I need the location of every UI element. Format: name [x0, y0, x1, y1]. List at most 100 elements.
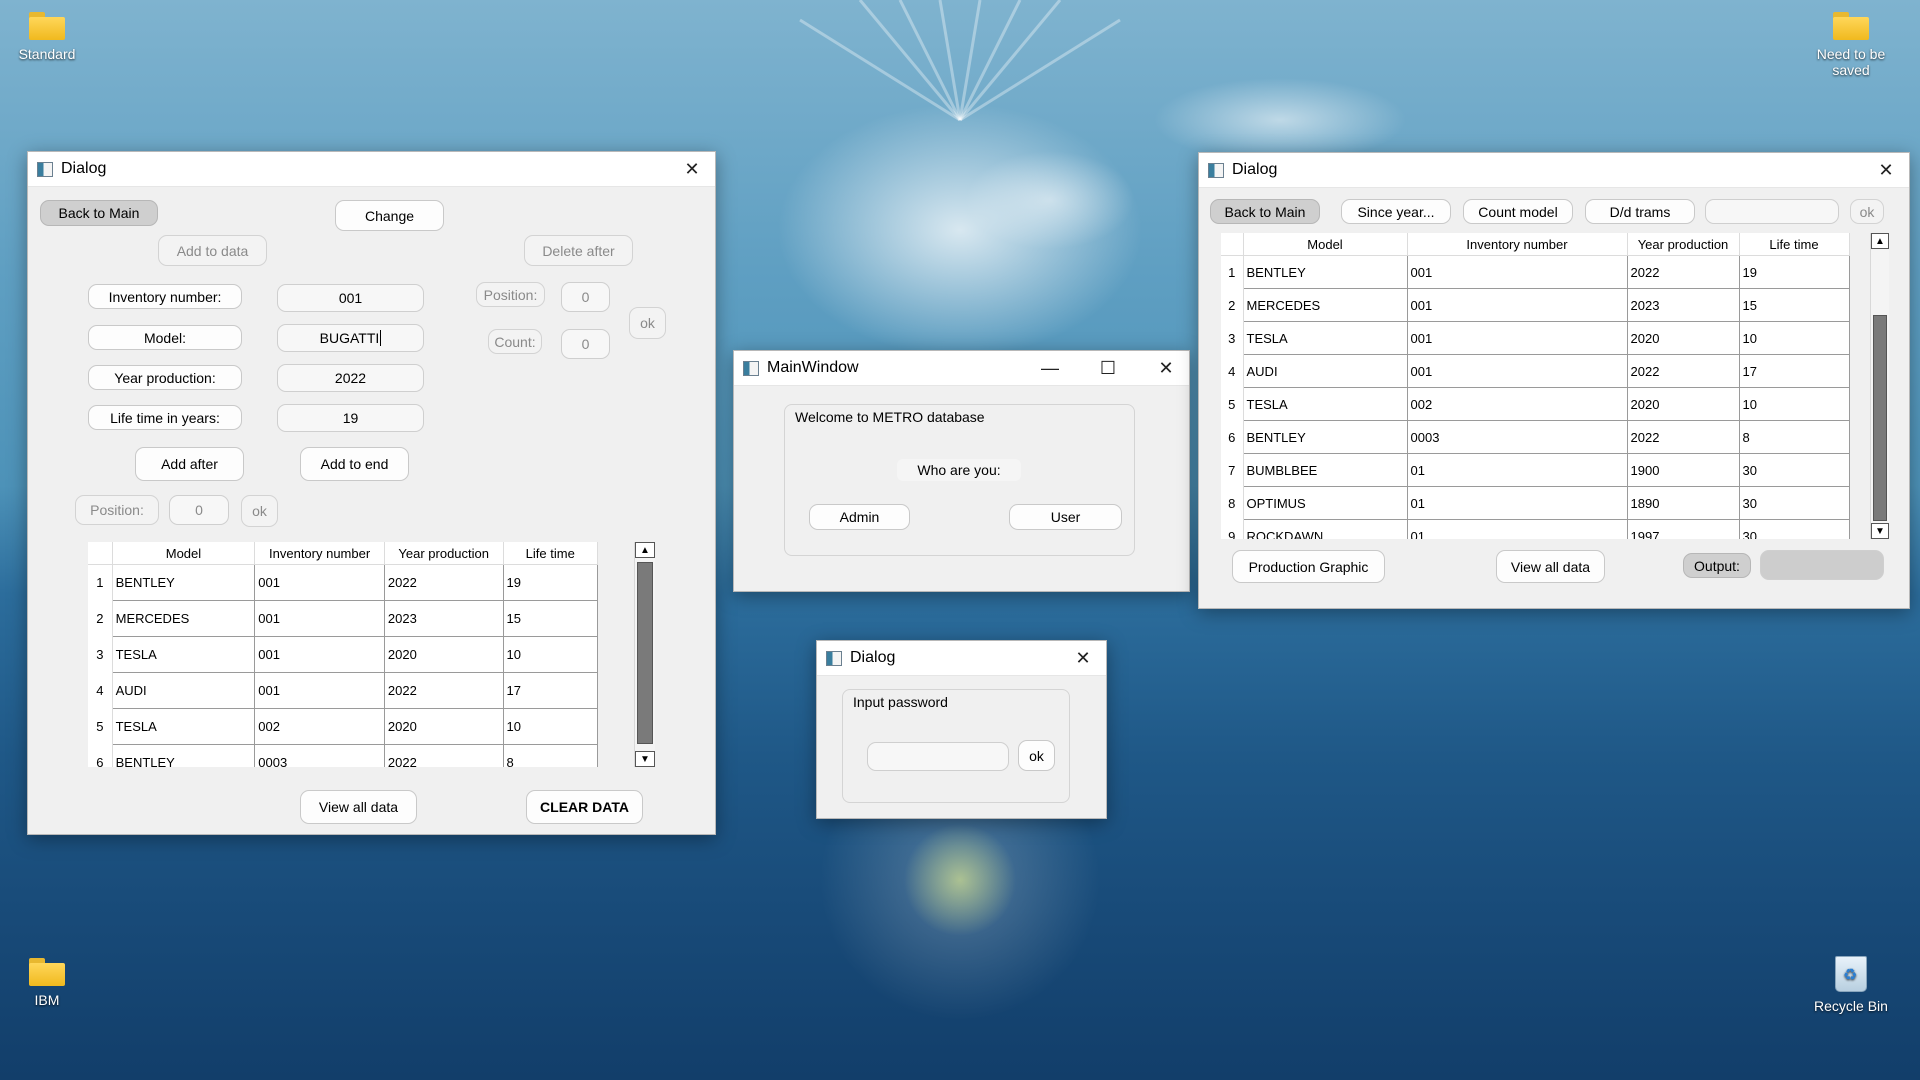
row-number[interactable]: 5	[88, 708, 113, 745]
table-cell[interactable]: 8	[1738, 420, 1850, 454]
table-cell[interactable]: 8	[502, 744, 598, 767]
desktop-icon-standard[interactable]: Standard	[2, 12, 92, 62]
column-header[interactable]: Life time	[503, 542, 598, 565]
table-cell[interactable]: 19	[1738, 255, 1850, 289]
table-cell[interactable]: 17	[1738, 354, 1850, 388]
add-position-ok-button[interactable]: ok	[241, 495, 278, 527]
table-cell[interactable]: 01	[1406, 453, 1628, 487]
table-cell[interactable]: MERCEDES	[111, 600, 256, 637]
close-icon[interactable]: ✕	[669, 152, 715, 186]
delete-position-field[interactable]: 0	[561, 282, 610, 312]
table-cell[interactable]: 0003	[254, 744, 385, 767]
add-after-button[interactable]: Add after	[135, 447, 244, 481]
table-cell[interactable]: 2020	[383, 708, 504, 745]
password-dialog-titlebar[interactable]: Dialog ✕	[817, 641, 1106, 676]
since-year-button[interactable]: Since year...	[1341, 199, 1451, 224]
table-cell[interactable]: AUDI	[111, 672, 256, 709]
table-cell[interactable]: 001	[1406, 354, 1628, 388]
column-header[interactable]: Model	[112, 542, 256, 565]
table-corner[interactable]	[88, 542, 113, 565]
table-cell[interactable]: 2022	[1626, 354, 1740, 388]
add-to-end-button[interactable]: Add to end	[300, 447, 409, 481]
minimize-icon[interactable]: —	[1027, 351, 1073, 385]
maximize-icon[interactable]: ☐	[1085, 351, 1131, 385]
row-number[interactable]: 8	[1221, 486, 1244, 520]
table-cell[interactable]: 01	[1406, 519, 1628, 539]
row-number[interactable]: 5	[1221, 387, 1244, 421]
close-icon[interactable]: ✕	[1060, 641, 1106, 675]
table-cell[interactable]: OPTIMUS	[1242, 486, 1408, 520]
table-cell[interactable]: 19	[502, 564, 598, 601]
scroll-up-icon[interactable]: ▲	[1871, 233, 1889, 249]
row-number[interactable]: 3	[88, 636, 113, 673]
scroll-down-icon[interactable]: ▼	[1871, 523, 1889, 539]
table-corner[interactable]	[1221, 233, 1244, 256]
table-row[interactable]: 4 AUDI 001 2022 17	[1221, 354, 1850, 388]
table-cell[interactable]: 001	[1406, 321, 1628, 355]
life-time-field[interactable]: 19	[277, 404, 424, 432]
table-cell[interactable]: 001	[254, 600, 385, 637]
dd-trams-button[interactable]: D/d trams	[1585, 199, 1695, 224]
dialog-right-titlebar[interactable]: Dialog ✕	[1199, 153, 1909, 188]
inventory-number-field[interactable]: 001	[277, 284, 424, 312]
query-input[interactable]	[1705, 199, 1839, 224]
table-row[interactable]: 7 BUMBLBEE 01 1900 30	[1221, 453, 1850, 487]
delete-ok-button[interactable]: ok	[629, 307, 666, 339]
table-cell[interactable]: 15	[502, 600, 598, 637]
row-number[interactable]: 2	[1221, 288, 1244, 322]
right-table-scrollbar[interactable]: ▲ ▼	[1870, 233, 1889, 539]
table-cell[interactable]: 001	[1406, 255, 1628, 289]
table-cell[interactable]: 1890	[1626, 486, 1740, 520]
row-number[interactable]: 2	[88, 600, 113, 637]
row-number[interactable]: 4	[1221, 354, 1244, 388]
right-data-table-view[interactable]: Model Inventory number Year production L…	[1221, 233, 1851, 539]
table-cell[interactable]: BENTLEY	[111, 564, 256, 601]
table-cell[interactable]: 30	[1738, 453, 1850, 487]
table-cell[interactable]: 15	[1738, 288, 1850, 322]
close-icon[interactable]: ✕	[1863, 153, 1909, 187]
table-cell[interactable]: 10	[502, 708, 598, 745]
column-header[interactable]: Year production	[1627, 233, 1740, 256]
table-cell[interactable]: BENTLEY	[111, 744, 256, 767]
row-number[interactable]: 9	[1221, 519, 1244, 539]
admin-button[interactable]: Admin	[809, 504, 910, 530]
column-header[interactable]: Inventory number	[254, 542, 385, 565]
table-row[interactable]: 2 MERCEDES 001 2023 15	[1221, 288, 1850, 322]
table-cell[interactable]: 0003	[1406, 420, 1628, 454]
table-cell[interactable]: TESLA	[111, 708, 256, 745]
change-button[interactable]: Change	[335, 200, 444, 231]
table-cell[interactable]: 2020	[383, 636, 504, 673]
table-cell[interactable]: BUMBLBEE	[1242, 453, 1408, 487]
user-button[interactable]: User	[1009, 504, 1122, 530]
year-production-field[interactable]: 2022	[277, 364, 424, 392]
table-cell[interactable]: BENTLEY	[1242, 420, 1408, 454]
table-cell[interactable]: 002	[254, 708, 385, 745]
table-cell[interactable]: 17	[502, 672, 598, 709]
clear-data-button[interactable]: CLEAR DATA	[526, 790, 643, 824]
scroll-thumb[interactable]	[1873, 315, 1887, 521]
table-cell[interactable]: 1997	[1626, 519, 1740, 539]
table-cell[interactable]: 2022	[1626, 255, 1740, 289]
dialog-left-titlebar[interactable]: Dialog ✕	[28, 152, 715, 187]
row-number[interactable]: 1	[1221, 255, 1244, 289]
delete-after-button[interactable]: Delete after	[524, 235, 633, 266]
table-cell[interactable]: 001	[1406, 288, 1628, 322]
table-cell[interactable]: 01	[1406, 486, 1628, 520]
table-row[interactable]: 5 TESLA 002 2020 10	[1221, 387, 1850, 421]
table-cell[interactable]: BENTLEY	[1242, 255, 1408, 289]
table-row[interactable]: 1 BENTLEY 001 2022 19	[1221, 255, 1850, 289]
table-cell[interactable]: 30	[1738, 486, 1850, 520]
desktop-icon-ibm[interactable]: IBM	[2, 958, 92, 1008]
table-cell[interactable]: TESLA	[111, 636, 256, 673]
query-ok-button[interactable]: ok	[1850, 199, 1884, 224]
row-number[interactable]: 7	[1221, 453, 1244, 487]
delete-count-field[interactable]: 0	[561, 329, 610, 359]
table-row[interactable]: 3 TESLA 001 2020 10	[1221, 321, 1850, 355]
left-data-table-view[interactable]: Model Inventory number Year production L…	[88, 542, 600, 767]
table-cell[interactable]: ROCKDAWN	[1242, 519, 1408, 539]
add-position-field[interactable]: 0	[169, 495, 229, 525]
main-window-titlebar[interactable]: MainWindow — ☐ ✕	[734, 351, 1189, 386]
table-cell[interactable]: TESLA	[1242, 387, 1408, 421]
table-cell[interactable]: 1900	[1626, 453, 1740, 487]
scroll-down-icon[interactable]: ▼	[635, 751, 655, 767]
